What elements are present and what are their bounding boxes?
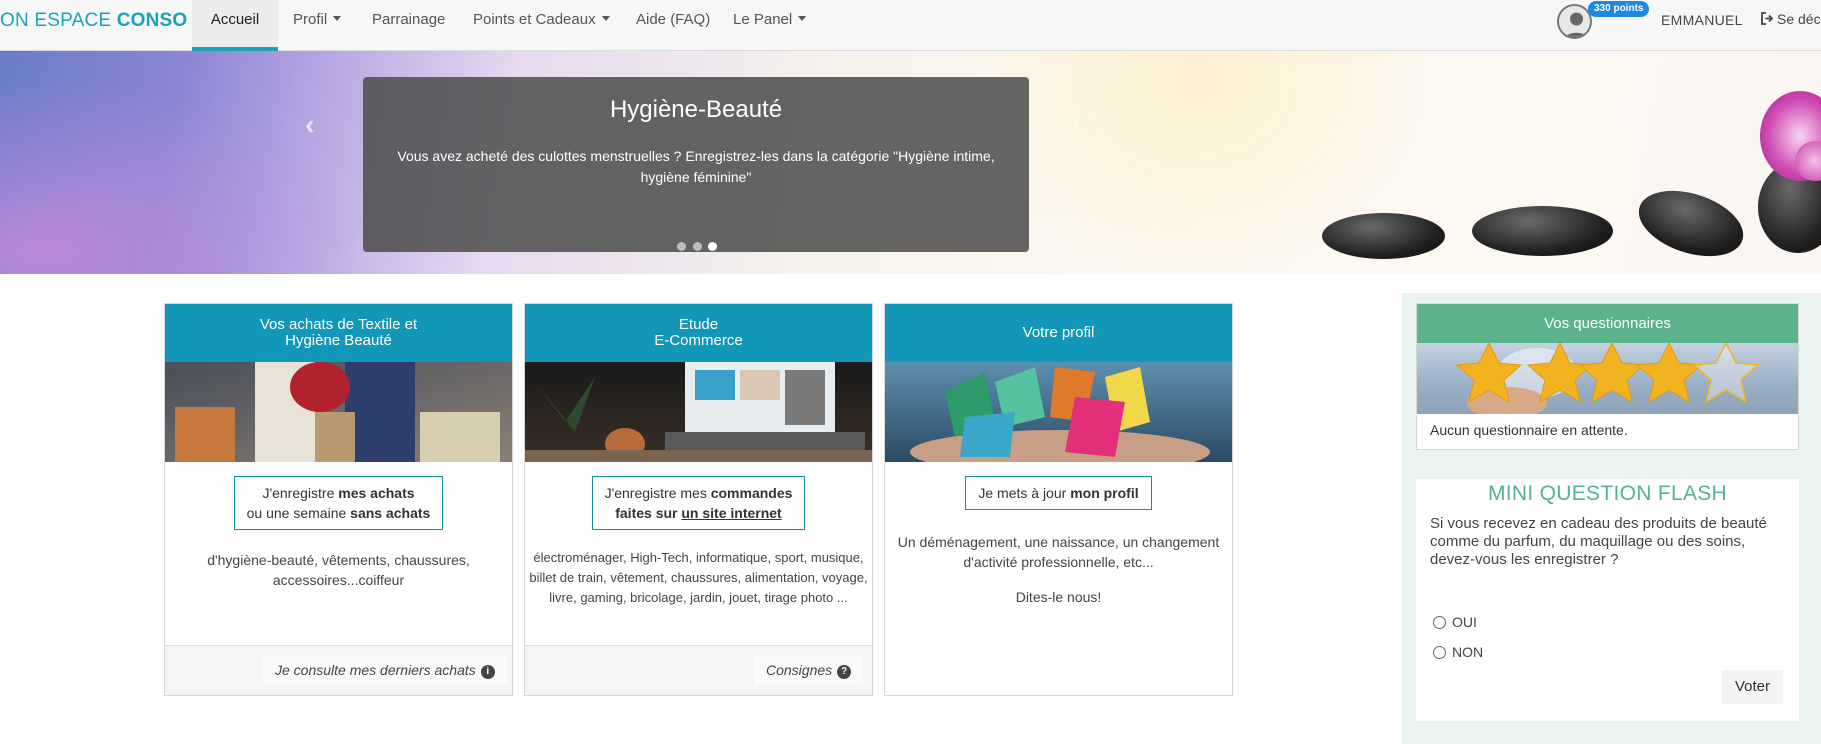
nav-item-parrainage[interactable]: Parrainage: [372, 0, 445, 51]
hero-background: [0, 51, 420, 274]
user-avatar-icon[interactable]: [1557, 4, 1592, 39]
rating-stars-image: [1417, 343, 1798, 414]
nav-item-label: Profil: [293, 11, 328, 28]
nav-item-label: Accueil: [210, 11, 260, 28]
cta-text-bold: commandes: [710, 485, 793, 501]
shopping-couple-image: [165, 362, 512, 462]
update-profile-button[interactable]: Je mets à jour mon profil: [965, 476, 1152, 510]
nav-item-points-cadeaux[interactable]: Points et Cadeaux: [473, 0, 610, 51]
brand-logo[interactable]: ON ESPACE CONSO: [0, 10, 187, 32]
card-textile-hygiene: Vos achats de Textile et Hygiène Beauté …: [164, 303, 513, 696]
card-footer: Consignes?: [525, 645, 872, 695]
cta-text-bold: sans achats: [350, 505, 431, 521]
cta-text: J'enregistre: [262, 485, 339, 501]
carousel-text: Vous avez acheté des culottes menstruell…: [397, 148, 995, 185]
radio-button[interactable]: [1433, 616, 1446, 629]
option-label: OUI: [1452, 614, 1477, 630]
flash-title: MINI QUESTION FLASH: [1487, 482, 1728, 505]
card-header: Etude E-Commerce: [525, 304, 872, 362]
card-header: Vos achats de Textile et Hygiène Beauté: [165, 304, 512, 362]
chevron-left-icon[interactable]: ‹: [305, 109, 314, 141]
decor-stone: [1630, 178, 1752, 269]
nav-item-accueil[interactable]: Accueil: [192, 0, 278, 51]
footer-link-label: Je consulte mes derniers achats: [275, 662, 476, 678]
carousel-indicator[interactable]: [677, 242, 686, 251]
footer-link-label: Consignes: [766, 662, 833, 678]
hero-carousel: ‹ › Hygiène-Beauté Vous avez acheté des …: [0, 51, 1821, 274]
option-non[interactable]: NON: [1433, 644, 1483, 660]
mini-question-flash-card: MINI QUESTION FLASH Si vous recevez en c…: [1416, 479, 1799, 721]
no-questionnaire-text: Aucun questionnaire en attente.: [1430, 422, 1628, 438]
laptop-desk-image: [525, 362, 872, 462]
cta-text-bold: mes achats: [338, 485, 415, 501]
vote-button[interactable]: Voter: [1722, 670, 1783, 704]
profile-photo: [885, 362, 1232, 462]
card-description-2: Dites-le nous!: [1015, 589, 1102, 605]
points-badge: 330 points: [1588, 1, 1650, 17]
username-link[interactable]: EMMANUEL: [1661, 12, 1743, 28]
card-title: Votre profil: [1022, 324, 1095, 341]
shopping-photo: [165, 362, 512, 462]
option-oui[interactable]: OUI: [1433, 614, 1477, 630]
carousel-indicator-active[interactable]: [708, 242, 717, 251]
nav-item-label: Points et Cadeaux: [473, 11, 596, 28]
caret-down-icon: [601, 16, 610, 21]
cta-text: ou une semaine: [246, 505, 351, 521]
last-purchases-link[interactable]: Je consulte mes derniers achats i: [263, 656, 507, 684]
card-title: Hygiène Beauté: [285, 332, 392, 349]
logout-link[interactable]: Se déc: [1761, 11, 1821, 27]
decor-stone: [1322, 213, 1445, 259]
nav-item-label: Le Panel: [733, 11, 793, 28]
nav-item-le-panel[interactable]: Le Panel: [733, 0, 807, 51]
register-purchases-button[interactable]: J'enregistre mes achats ou une semaine s…: [233, 476, 444, 530]
profile-cards-image: [885, 362, 1232, 462]
nav-item-aide-faq[interactable]: Aide (FAQ): [636, 0, 710, 51]
option-label: NON: [1452, 644, 1484, 660]
card-ecommerce: Etude E-Commerce J'enregistre mes comman…: [524, 303, 873, 696]
cta-text: J'enregistre mes: [604, 485, 711, 501]
info-circle-icon: i: [480, 665, 495, 679]
card-profile: Votre profil Je mets à jour mon profil U…: [884, 303, 1233, 696]
carousel-title: Hygiène-Beauté: [609, 96, 783, 123]
cta-text-bold: mon profil: [1070, 485, 1139, 501]
brand-text-bold: CONSO: [116, 10, 188, 31]
card-title: Etude: [678, 316, 719, 333]
instructions-link[interactable]: Consignes?: [754, 656, 864, 684]
caret-down-icon: [798, 16, 807, 21]
card-title: E-Commerce: [654, 332, 743, 349]
question-circle-icon: ?: [837, 665, 852, 679]
flash-question: Si vous recevez en cadeau des produits d…: [1430, 515, 1767, 568]
stars-photo: [1455, 343, 1760, 414]
questionnaires-card: Vos questionnaires Aucun questionnaire e…: [1416, 303, 1799, 450]
logout-label: Se déc: [1777, 11, 1821, 27]
questionnaires-header: Vos questionnaires: [1417, 304, 1798, 343]
caret-down-icon: [333, 16, 342, 21]
nav-item-profil[interactable]: Profil: [293, 0, 342, 51]
cta-text: Je mets à jour: [978, 485, 1071, 501]
carousel-indicator[interactable]: [693, 242, 702, 251]
nav-item-label: Aide (FAQ): [636, 11, 711, 28]
cta-text-bold: un site internet: [681, 505, 782, 521]
cta-text-bold: faites sur: [615, 505, 682, 521]
sign-out-icon: [1761, 12, 1774, 25]
card-description: d'hygiène-beauté, vêtements, chaussures,…: [207, 552, 470, 588]
card-footer: Je consulte mes derniers achats i: [165, 645, 512, 695]
card-header: Votre profil: [885, 304, 1232, 362]
person-icon: [1565, 12, 1588, 37]
radio-button[interactable]: [1433, 646, 1446, 659]
chevron-right-icon[interactable]: ›: [1070, 109, 1079, 141]
card-description: électroménager, High-Tech, informatique,…: [529, 550, 868, 605]
carousel-caption: Hygiène-Beauté Vous avez acheté des culo…: [363, 77, 1029, 252]
laptop-photo: [525, 362, 872, 462]
register-orders-button[interactable]: J'enregistre mes commandes faites sur un…: [591, 476, 806, 530]
decor-stone: [1472, 206, 1613, 256]
top-navbar: ON ESPACE CONSO Accueil Profil Parrainag…: [0, 0, 1821, 51]
brand-text: ON ESPACE: [0, 10, 117, 31]
card-description: Un déménagement, une naissance, un chang…: [897, 534, 1220, 570]
nav-item-label: Parrainage: [372, 11, 446, 28]
card-title: Vos achats de Textile et: [259, 316, 418, 333]
